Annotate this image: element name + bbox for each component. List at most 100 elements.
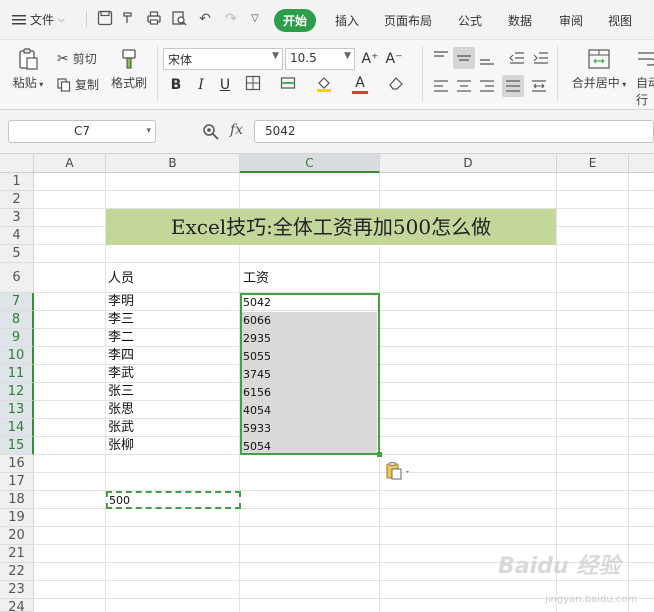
align-left-button[interactable] bbox=[430, 75, 452, 97]
row-header-23[interactable]: 23 bbox=[0, 581, 34, 599]
header-salary-cell[interactable]: 工资 bbox=[243, 270, 269, 288]
fx-button[interactable]: fx bbox=[230, 122, 243, 138]
column-header-f[interactable] bbox=[629, 154, 654, 173]
gridline bbox=[628, 173, 629, 612]
align-center-button[interactable] bbox=[453, 75, 475, 97]
row-header-20[interactable]: 20 bbox=[0, 527, 34, 545]
row-header-19[interactable]: 19 bbox=[0, 509, 34, 527]
distributed-align-button[interactable] bbox=[528, 75, 550, 97]
row-header-11[interactable]: 11 bbox=[0, 365, 34, 383]
person-cell[interactable]: 李二 bbox=[108, 329, 134, 347]
chevron-down-icon: ▾ bbox=[146, 126, 151, 136]
zoom-icon[interactable] bbox=[202, 123, 220, 141]
underline-button[interactable]: U bbox=[215, 75, 235, 95]
align-right-button[interactable] bbox=[476, 75, 498, 97]
italic-button[interactable]: I bbox=[191, 75, 211, 95]
cell-style-button[interactable] bbox=[278, 75, 298, 95]
font-color-button[interactable]: A bbox=[350, 75, 370, 95]
person-cell[interactable]: 李四 bbox=[108, 347, 134, 365]
column-header-c[interactable]: C bbox=[240, 154, 380, 173]
print-preview-icon[interactable] bbox=[170, 10, 188, 28]
header-person-cell[interactable]: 人员 bbox=[108, 270, 134, 288]
watermark-url: jingyan.baidu.com bbox=[545, 594, 638, 605]
cell-style-icon bbox=[280, 77, 296, 89]
format-painter-quick-icon[interactable] bbox=[120, 10, 138, 28]
redo-icon[interactable]: ↷ bbox=[222, 10, 240, 28]
formula-input[interactable]: 5042 bbox=[254, 120, 654, 143]
tab-data[interactable]: 数据 bbox=[508, 12, 532, 29]
select-all-corner[interactable] bbox=[0, 154, 34, 173]
person-cell[interactable]: 李三 bbox=[108, 311, 134, 329]
row-header-15[interactable]: 15 bbox=[0, 437, 34, 455]
person-cell[interactable]: 张三 bbox=[108, 383, 134, 401]
row-header-8[interactable]: 8 bbox=[0, 311, 34, 329]
worksheet-grid: A B C D E 1 2 3 4 5 6 7 8 9 10 11 12 13 … bbox=[0, 154, 654, 612]
divider bbox=[422, 46, 423, 102]
name-box[interactable]: C7 ▾ bbox=[8, 120, 156, 143]
save-icon[interactable] bbox=[96, 10, 114, 28]
align-top-button[interactable] bbox=[430, 47, 452, 69]
borders-button[interactable] bbox=[243, 75, 263, 95]
row-header-6[interactable]: 6 bbox=[0, 263, 34, 293]
column-header-e[interactable]: E bbox=[557, 154, 629, 173]
row-header-2[interactable]: 2 bbox=[0, 191, 34, 209]
clear-button[interactable] bbox=[386, 75, 406, 95]
row-header-5[interactable]: 5 bbox=[0, 245, 34, 263]
align-bottom-button[interactable] bbox=[476, 47, 498, 69]
tab-view[interactable]: 视图 bbox=[608, 12, 632, 29]
row-header-1[interactable]: 1 bbox=[0, 173, 34, 191]
column-header-d[interactable]: D bbox=[380, 154, 557, 173]
decrease-indent-button[interactable] bbox=[506, 47, 528, 69]
person-cell[interactable]: 张思 bbox=[108, 401, 134, 419]
increase-indent-button[interactable] bbox=[530, 47, 552, 69]
row-header-18[interactable]: 18 bbox=[0, 491, 34, 509]
person-cell[interactable]: 李武 bbox=[108, 365, 134, 383]
gridline bbox=[34, 262, 654, 263]
justify-button[interactable] bbox=[502, 75, 524, 97]
fill-color-button[interactable] bbox=[314, 75, 334, 95]
row-header-24[interactable]: 24 bbox=[0, 599, 34, 612]
paste-button[interactable]: 粘贴 ▾ bbox=[8, 47, 48, 91]
row-header-22[interactable]: 22 bbox=[0, 563, 34, 581]
person-cell[interactable]: 张武 bbox=[108, 419, 134, 437]
tab-formulas[interactable]: 公式 bbox=[458, 12, 482, 29]
row-header-16[interactable]: 16 bbox=[0, 455, 34, 473]
column-header-b[interactable]: B bbox=[106, 154, 240, 173]
print-icon[interactable] bbox=[145, 10, 163, 28]
undo-icon[interactable]: ↶ bbox=[196, 10, 214, 28]
customize-toolbar-icon[interactable]: ▽ bbox=[246, 10, 264, 28]
row-header-13[interactable]: 13 bbox=[0, 401, 34, 419]
row-header-21[interactable]: 21 bbox=[0, 545, 34, 563]
copy-button[interactable]: 复制 bbox=[57, 76, 99, 93]
tab-page-layout[interactable]: 页面布局 bbox=[384, 12, 432, 29]
file-menu[interactable]: 文件 ⌵ bbox=[12, 11, 65, 28]
increase-font-button[interactable]: A⁺ bbox=[360, 49, 380, 69]
font-size-select[interactable]: 10.5 ▼ bbox=[285, 48, 355, 70]
paste-options-button[interactable] bbox=[386, 462, 414, 483]
person-cell[interactable]: 张柳 bbox=[108, 437, 134, 455]
row-header-3[interactable]: 3 bbox=[0, 209, 34, 227]
tab-review[interactable]: 审阅 bbox=[559, 12, 583, 29]
row-header-7[interactable]: 7 bbox=[0, 293, 34, 311]
decrease-font-button[interactable]: A⁻ bbox=[384, 49, 404, 69]
merge-center-button[interactable]: 合并居中 ▾ bbox=[566, 47, 632, 91]
tab-home[interactable]: 开始 bbox=[274, 9, 317, 32]
bold-button[interactable]: B bbox=[166, 75, 186, 95]
align-middle-button[interactable] bbox=[453, 47, 475, 69]
row-header-14[interactable]: 14 bbox=[0, 419, 34, 437]
row-header-10[interactable]: 10 bbox=[0, 347, 34, 365]
cut-button[interactable]: ✂ 剪切 bbox=[57, 50, 97, 67]
title-cell[interactable]: Excel技巧:全体工资再加500怎么做 bbox=[106, 209, 556, 245]
column-header-a[interactable]: A bbox=[34, 154, 106, 173]
copied-value-cell[interactable]: 500 bbox=[109, 492, 130, 510]
row-header-4[interactable]: 4 bbox=[0, 227, 34, 245]
person-cell[interactable]: 李明 bbox=[108, 293, 134, 311]
tab-insert[interactable]: 插入 bbox=[335, 12, 359, 29]
row-header-9[interactable]: 9 bbox=[0, 329, 34, 347]
row-header-12[interactable]: 12 bbox=[0, 383, 34, 401]
font-name-select[interactable]: 宋体 ▼ bbox=[163, 48, 283, 70]
auto-wrap-button[interactable]: 自动换行 bbox=[636, 47, 654, 108]
fill-handle[interactable] bbox=[377, 452, 382, 457]
row-header-17[interactable]: 17 bbox=[0, 473, 34, 491]
format-painter-button[interactable]: 格式刷 bbox=[108, 47, 150, 91]
